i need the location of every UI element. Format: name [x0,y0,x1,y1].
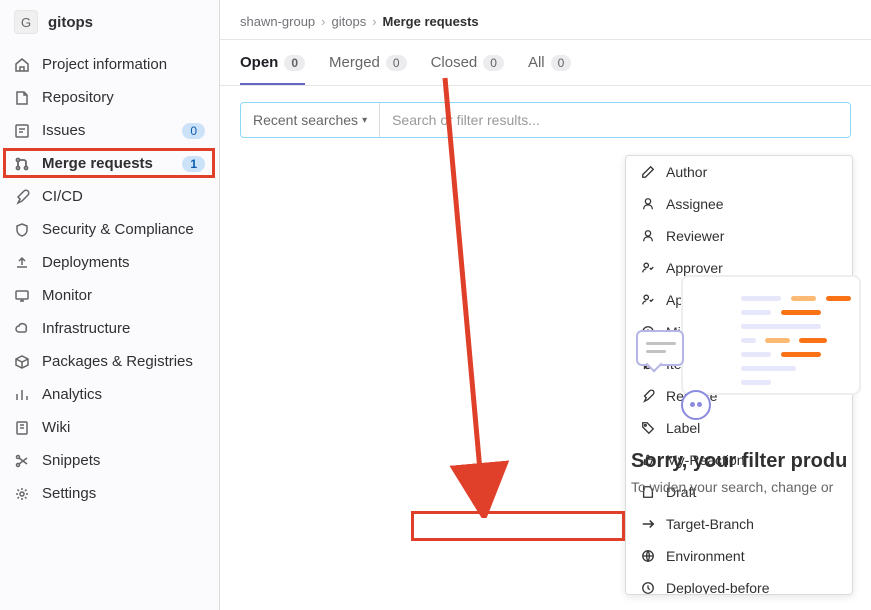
tab-label: Open [240,54,278,71]
sidebar-item-wiki[interactable]: Wiki [0,411,219,444]
filter-reviewer[interactable]: Reviewer [626,220,852,252]
filter-assignee[interactable]: Assignee [626,188,852,220]
sidebar-item-label: Packages & Registries [42,353,205,370]
user-icon [640,196,656,212]
filter-target-branch[interactable]: Target-Branch [626,508,852,540]
environment-icon [640,548,656,564]
tab-label: Closed [431,54,478,71]
tab-open[interactable]: Open 0 [240,40,305,85]
project-avatar: G [14,10,38,34]
filter-deployed-before[interactable]: Deployed-before [626,572,852,595]
recent-searches-button[interactable]: Recent searches ▾ [241,103,380,137]
breadcrumb-project[interactable]: gitops [332,14,367,29]
tab-label: Merged [329,54,380,71]
sidebar-item-label: Merge requests [42,155,170,172]
filter-label: Reviewer [666,228,724,244]
sidebar-item-label: Wiki [42,419,205,436]
mr-tabs: Open 0 Merged 0 Closed 0 All 0 [220,40,871,86]
book-icon [14,420,30,436]
pencil-icon [640,164,656,180]
sidebar-item-cicd[interactable]: CI/CD [0,180,219,213]
sidebar-item-settings[interactable]: Settings [0,477,219,510]
sidebar-item-deployments[interactable]: Deployments [0,246,219,279]
recent-searches-label: Recent searches [253,112,358,128]
project-name: gitops [48,14,93,31]
chevron-down-icon: ▾ [362,115,367,126]
sidebar-item-label: Infrastructure [42,320,205,337]
filter-environment[interactable]: Environment [626,540,852,572]
sidebar-item-label: Security & Compliance [42,221,205,238]
sidebar-item-label: Settings [42,485,205,502]
sidebar-header: G gitops [0,0,219,44]
sidebar-item-repository[interactable]: Repository [0,81,219,114]
search-bar: Recent searches ▾ [240,102,851,138]
sidebar-item-label: CI/CD [42,188,205,205]
sidebar-nav: Project information Repository Issues 0 … [0,44,219,514]
sidebar-item-label: Deployments [42,254,205,271]
main-content: shawn-group › gitops › Merge requests Op… [220,0,871,610]
sidebar-item-project-info[interactable]: Project information [0,48,219,81]
breadcrumb: shawn-group › gitops › Merge requests [220,0,871,40]
sidebar-item-label: Analytics [42,386,205,403]
sidebar-item-label: Snippets [42,452,205,469]
package-icon [14,354,30,370]
sidebar-item-snippets[interactable]: Snippets [0,444,219,477]
breadcrumb-page: Merge requests [383,14,479,29]
rocket-icon [14,189,30,205]
tab-merged[interactable]: Merged 0 [329,40,407,85]
tab-closed[interactable]: Closed 0 [431,40,504,85]
sidebar-item-security[interactable]: Security & Compliance [0,213,219,246]
sidebar-item-label: Monitor [42,287,205,304]
issues-icon [14,123,30,139]
sidebar-item-label: Issues [42,122,170,139]
tab-badge: 0 [551,55,572,71]
empty-title: Sorry, your filter produ [631,450,871,473]
filter-label: Assignee [666,196,724,212]
cloud-icon [14,321,30,337]
empty-illustration [641,250,871,440]
sidebar-item-label: Project information [42,56,205,73]
filter-author[interactable]: Author [626,156,852,188]
sidebar-item-monitor[interactable]: Monitor [0,279,219,312]
file-icon [14,90,30,106]
search-input[interactable] [380,103,850,137]
tab-badge: 0 [483,55,504,71]
clock-icon [640,580,656,595]
filter-label: Environment [666,548,745,564]
sidebar-item-label: Repository [42,89,205,106]
sidebar: G gitops Project information Repository … [0,0,220,610]
breadcrumb-sep: › [372,14,376,29]
tab-badge: 0 [386,55,407,71]
user-icon [640,228,656,244]
filter-label: Target-Branch [666,516,754,532]
tab-all[interactable]: All 0 [528,40,571,85]
sidebar-item-analytics[interactable]: Analytics [0,378,219,411]
home-icon [14,57,30,73]
breadcrumb-group[interactable]: shawn-group [240,14,315,29]
empty-state: Sorry, your filter produ To widen your s… [631,250,871,495]
sidebar-item-infrastructure[interactable]: Infrastructure [0,312,219,345]
merge-icon [14,156,30,172]
tab-badge: 0 [284,55,305,71]
sidebar-badge: 1 [182,156,205,172]
sidebar-badge: 0 [182,123,205,139]
monitor-icon [14,288,30,304]
gear-icon [14,486,30,502]
empty-subtitle: To widen your search, change or [631,479,871,495]
filter-label: Deployed-before [666,580,770,595]
chart-icon [14,387,30,403]
sidebar-item-merge-requests[interactable]: Merge requests 1 [0,147,219,180]
sidebar-item-issues[interactable]: Issues 0 [0,114,219,147]
shield-icon [14,222,30,238]
scissors-icon [14,453,30,469]
sidebar-item-packages[interactable]: Packages & Registries [0,345,219,378]
tab-label: All [528,54,545,71]
filter-label: Author [666,164,707,180]
breadcrumb-sep: › [321,14,325,29]
arrow-right-icon [640,516,656,532]
upload-icon [14,255,30,271]
